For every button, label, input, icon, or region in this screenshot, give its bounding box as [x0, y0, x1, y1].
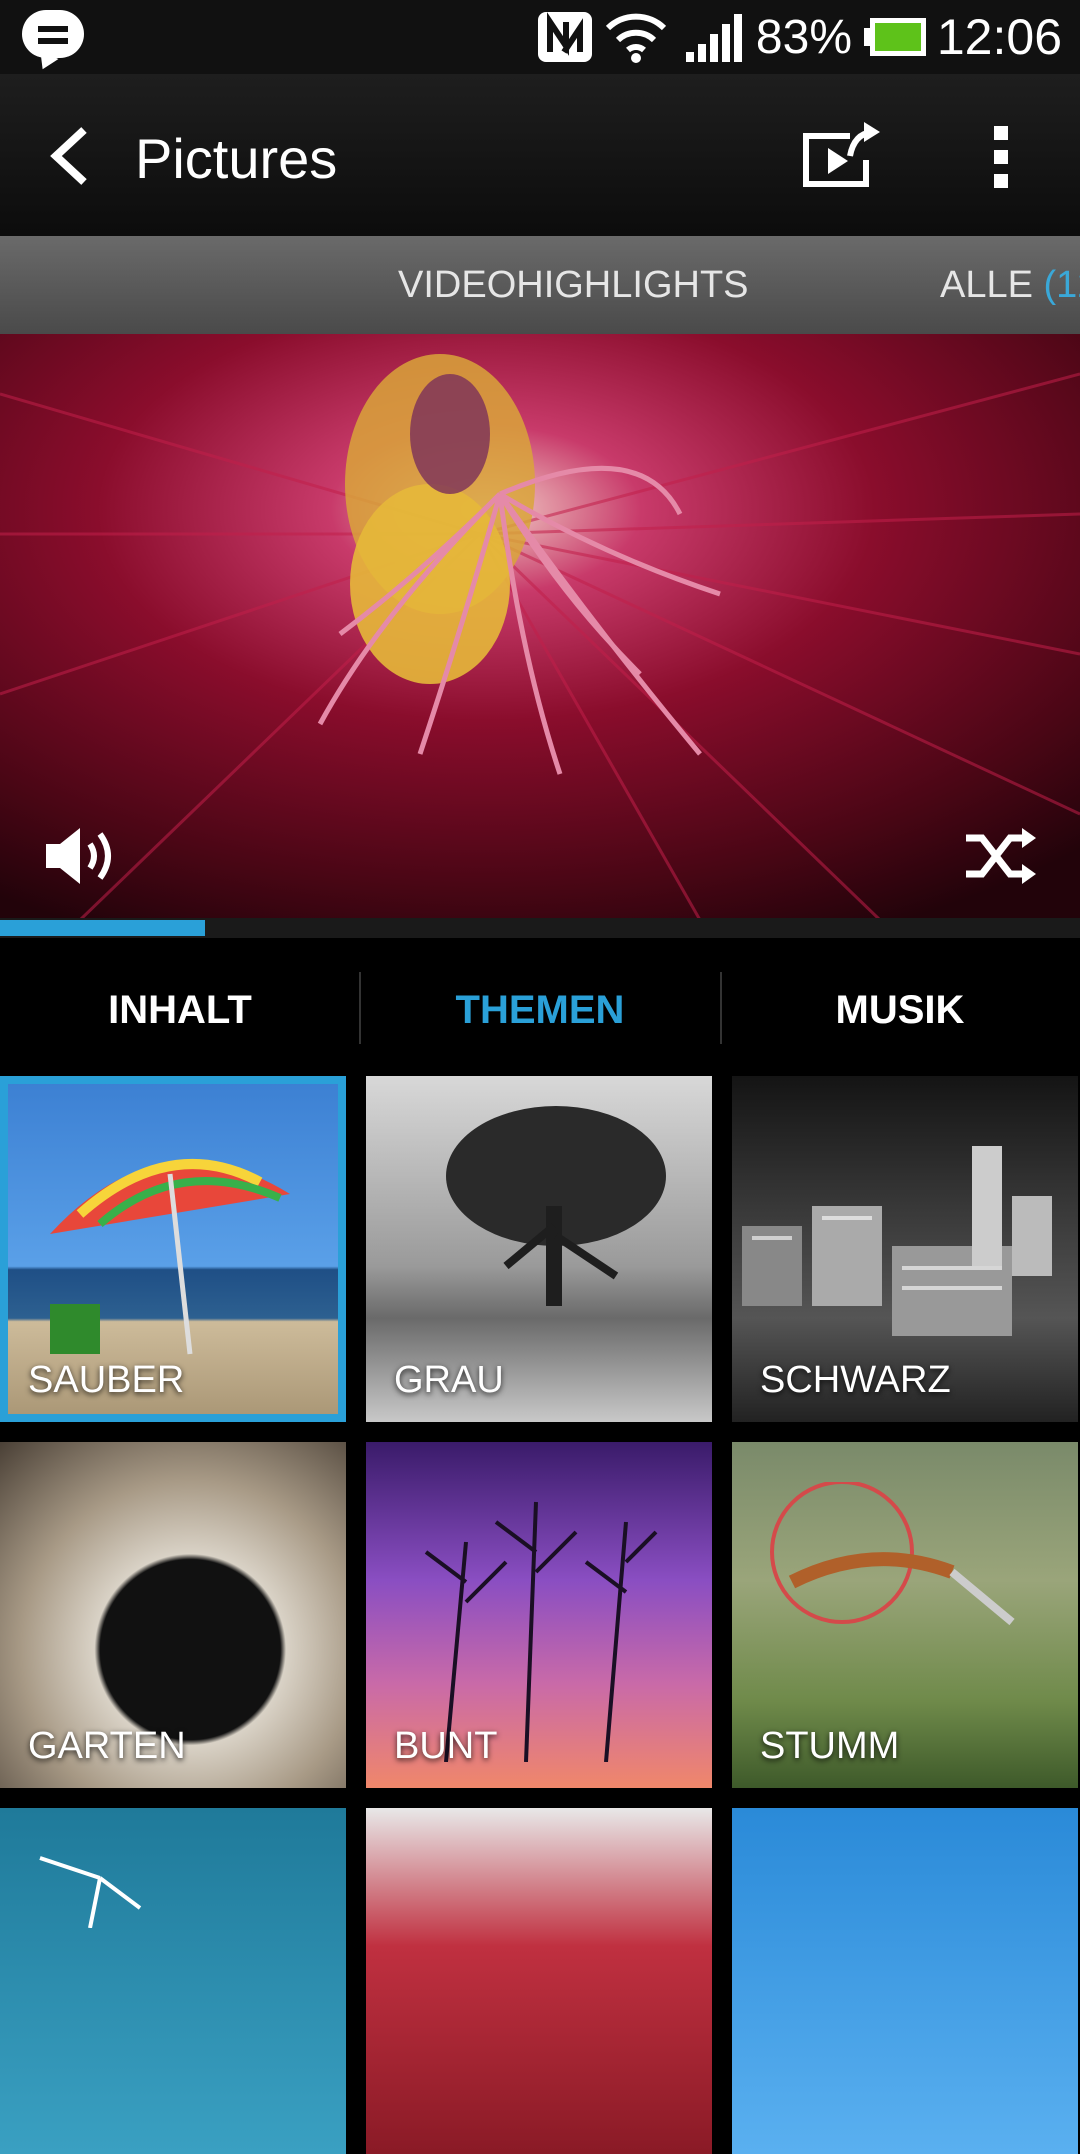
battery-percent: 83%	[755, 11, 852, 64]
tab-themen[interactable]: THEMEN	[360, 988, 720, 1033]
theme-label: GARTEN	[28, 1725, 186, 1767]
theme-tile[interactable]	[732, 1808, 1078, 2154]
tab-alle[interactable]: ALLE (12	[940, 264, 1080, 307]
theme-tile-garten[interactable]: GARTEN	[0, 1442, 346, 1788]
tab-label: ALLE	[940, 264, 1033, 306]
nfc-icon	[538, 12, 592, 62]
tab-musik[interactable]: MUSIK	[720, 988, 1080, 1033]
tab-inhalt[interactable]: INHALT	[0, 988, 360, 1033]
volume-icon[interactable]	[42, 824, 122, 888]
tab-count: (12	[1043, 264, 1080, 306]
wifi-icon	[605, 13, 667, 63]
theme-label: SAUBER	[28, 1359, 185, 1401]
theme-label: SCHWARZ	[760, 1359, 951, 1401]
progress-fill	[0, 920, 206, 936]
theme-segment-tabs: INHALT THEMEN MUSIK	[0, 938, 1080, 1078]
theme-label: GRAU	[394, 1359, 504, 1401]
theme-tile[interactable]	[0, 1808, 346, 2154]
share-video-icon[interactable]	[800, 118, 884, 190]
flower-preview-image	[0, 334, 1080, 920]
page-title: Pictures	[135, 127, 338, 190]
theme-label: STUMM	[760, 1725, 900, 1767]
status-bar: 83% 12:06	[0, 0, 1080, 74]
theme-tile-sauber[interactable]: SAUBER	[0, 1076, 346, 1422]
overflow-menu-icon[interactable]	[990, 124, 1014, 190]
shuffle-icon[interactable]	[962, 826, 1038, 886]
theme-tile-bunt[interactable]: BUNT	[366, 1442, 712, 1788]
theme-tile-stumm[interactable]: STUMM	[732, 1442, 1078, 1788]
bicycle-image	[770, 1482, 1015, 1626]
plants-silhouette-image	[424, 1501, 658, 1762]
video-preview[interactable]	[0, 334, 1080, 920]
wind-turbine-image	[39, 1856, 142, 1928]
battery-icon	[864, 18, 926, 56]
theme-tile-grau[interactable]: GRAU	[366, 1076, 712, 1422]
playback-progress-bar[interactable]	[0, 918, 1080, 938]
tab-label: VIDEOHIGHLIGHTS	[398, 264, 749, 306]
city-skyline-image	[742, 1146, 1052, 1336]
tab-videohighlights[interactable]: VIDEOHIGHLIGHTS	[398, 264, 749, 307]
beach-umbrella-image	[50, 1159, 290, 1355]
theme-label: BUNT	[394, 1725, 498, 1767]
theme-tile-schwarz[interactable]: SCHWARZ	[732, 1076, 1078, 1422]
back-arrow-icon[interactable]	[46, 124, 94, 188]
top-tab-bar: VIDEOHIGHLIGHTS ALLE (12	[0, 236, 1080, 334]
clock: 12:06	[936, 9, 1062, 65]
tree-image	[446, 1106, 666, 1306]
action-bar: Pictures	[0, 74, 1080, 240]
message-notification-icon	[22, 10, 84, 58]
signal-strength-icon	[686, 14, 742, 62]
theme-tile[interactable]	[366, 1808, 712, 2154]
